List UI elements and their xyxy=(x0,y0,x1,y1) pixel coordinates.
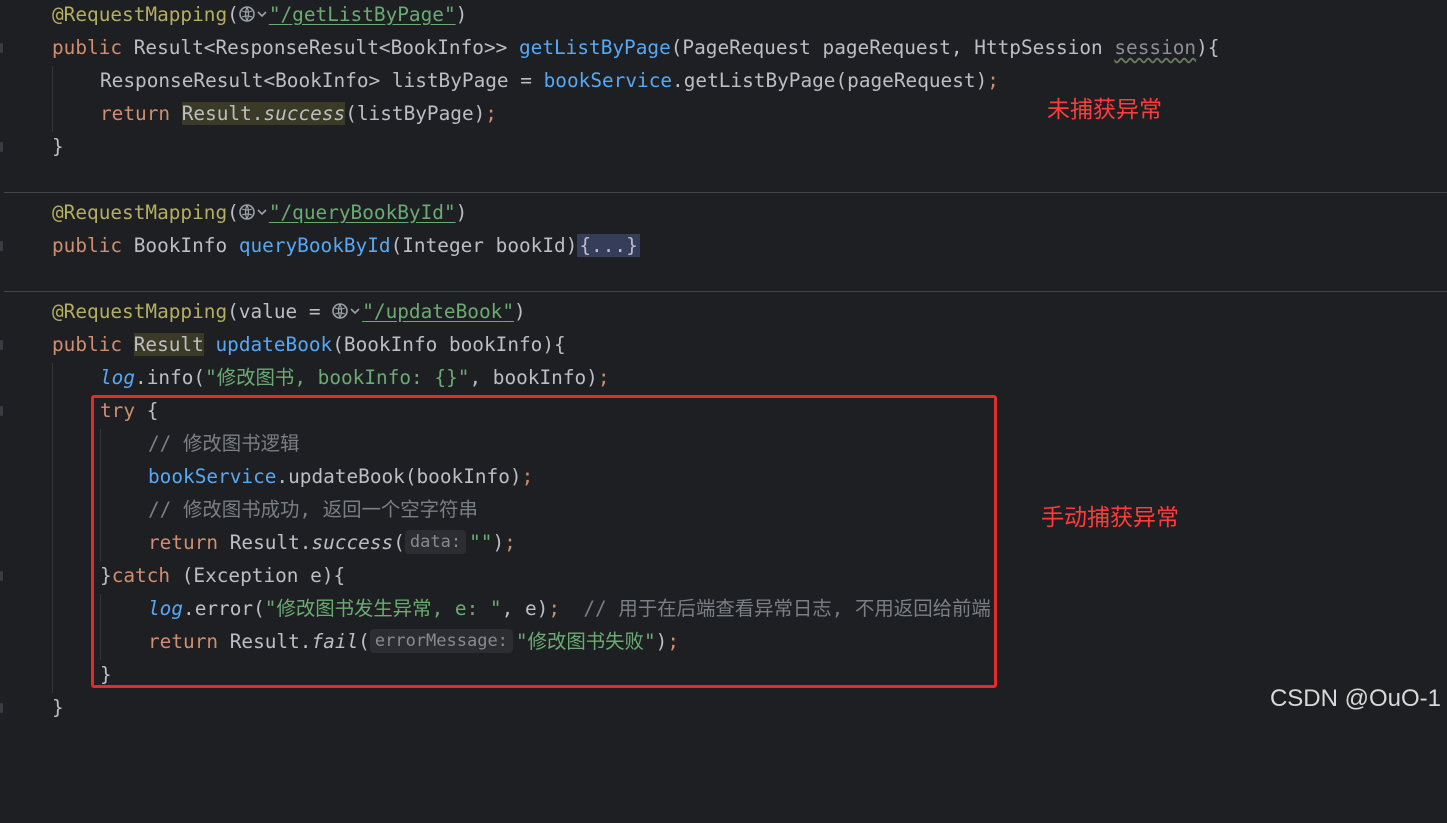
static-method: success xyxy=(263,102,346,125)
code-line-4[interactable]: return Result.success(listByPage); xyxy=(0,97,1447,130)
annotation-value: (value = xyxy=(227,300,333,323)
fold-marker[interactable] xyxy=(0,340,3,350)
close-brace: } xyxy=(52,696,64,719)
keyword-public: public xyxy=(52,36,134,59)
local-decl: ResponseResult<BookInfo> listByPage = xyxy=(100,69,544,92)
method-name: queryBookById xyxy=(238,234,391,257)
code-line-6[interactable]: @RequestMapping("/queryBookById") xyxy=(0,196,1447,229)
method-params: (BookInfo bookInfo){ xyxy=(332,333,566,356)
keyword-return: return xyxy=(100,102,182,125)
method-separator xyxy=(4,192,1447,193)
call-args: (listByPage) xyxy=(345,102,486,125)
semicolon: ; xyxy=(597,366,610,389)
annotation: @RequestMapping xyxy=(52,3,228,26)
keyword-public: public xyxy=(52,234,134,257)
fold-marker[interactable] xyxy=(0,703,3,713)
globe-icon[interactable] xyxy=(239,4,269,24)
method-name: updateBook xyxy=(215,333,333,356)
fold-marker[interactable] xyxy=(0,571,3,581)
method-params: (Integer bookId) xyxy=(390,234,578,257)
unused-param: session xyxy=(1114,36,1197,59)
code-line-10[interactable]: log.info("修改图书, bookInfo: {}", bookInfo)… xyxy=(0,361,1447,394)
fold-marker[interactable] xyxy=(0,142,3,152)
watermark: CSDN @OuO-1 xyxy=(1269,685,1441,712)
log-call: .info( xyxy=(135,366,206,389)
folded-body[interactable]: {...} xyxy=(577,234,640,257)
string-literal: "修改图书, bookInfo: {}" xyxy=(205,366,470,389)
mapping-path[interactable]: /getListByPage xyxy=(281,3,444,26)
fold-marker[interactable] xyxy=(0,241,3,251)
method-separator xyxy=(4,291,1447,292)
highlight-box xyxy=(91,395,997,688)
keyword-public: public xyxy=(52,333,134,356)
result-class: Result xyxy=(181,102,252,125)
globe-icon[interactable] xyxy=(239,202,269,222)
semicolon: ; xyxy=(987,69,999,92)
call-args: , bookInfo) xyxy=(469,366,598,389)
code-line-20[interactable]: } xyxy=(0,691,1447,724)
annotation: @RequestMapping xyxy=(52,201,228,224)
return-type: BookInfo xyxy=(133,234,239,257)
code-line-7[interactable]: public BookInfo queryBookById(Integer bo… xyxy=(0,229,1447,262)
code-line-1[interactable]: @RequestMapping("/getListByPage") xyxy=(0,0,1447,31)
code-line-3[interactable]: ResponseResult<BookInfo> listByPage = bo… xyxy=(0,64,1447,97)
mapping-path[interactable]: /queryBookById xyxy=(281,201,444,224)
globe-icon[interactable] xyxy=(332,301,362,321)
return-type: Result<ResponseResult<BookInfo>> xyxy=(133,36,519,59)
method-params: (PageRequest pageRequest, HttpSession xyxy=(670,36,1115,59)
code-line-2[interactable]: public Result<ResponseResult<BookInfo>> … xyxy=(0,31,1447,64)
code-editor[interactable]: @RequestMapping("/getListByPage") public… xyxy=(0,0,1447,726)
fold-marker[interactable] xyxy=(0,406,3,416)
return-type: Result xyxy=(133,333,204,356)
call-rest: .getListByPage(pageRequest) xyxy=(672,69,988,92)
field-ref: bookService xyxy=(543,69,673,92)
fold-marker[interactable] xyxy=(0,43,3,53)
note-manual: 手动捕获异常 xyxy=(1041,505,1179,531)
semicolon: ; xyxy=(485,102,497,125)
method-name: getListByPage xyxy=(518,36,671,59)
code-line-9[interactable]: public Result updateBook(BookInfo bookIn… xyxy=(0,328,1447,361)
note-uncaught: 未捕获异常 xyxy=(1047,97,1162,123)
close-brace: } xyxy=(52,135,64,158)
sig-end: ){ xyxy=(1196,36,1220,59)
code-line-8[interactable]: @RequestMapping(value = "/updateBook") xyxy=(0,295,1447,328)
code-line-5[interactable]: } xyxy=(0,130,1447,163)
mapping-path[interactable]: /updateBook xyxy=(374,300,502,323)
chevron-down-icon xyxy=(257,11,267,18)
log-field: log xyxy=(100,366,136,389)
annotation: @RequestMapping xyxy=(52,300,228,323)
dot: . xyxy=(251,102,264,125)
